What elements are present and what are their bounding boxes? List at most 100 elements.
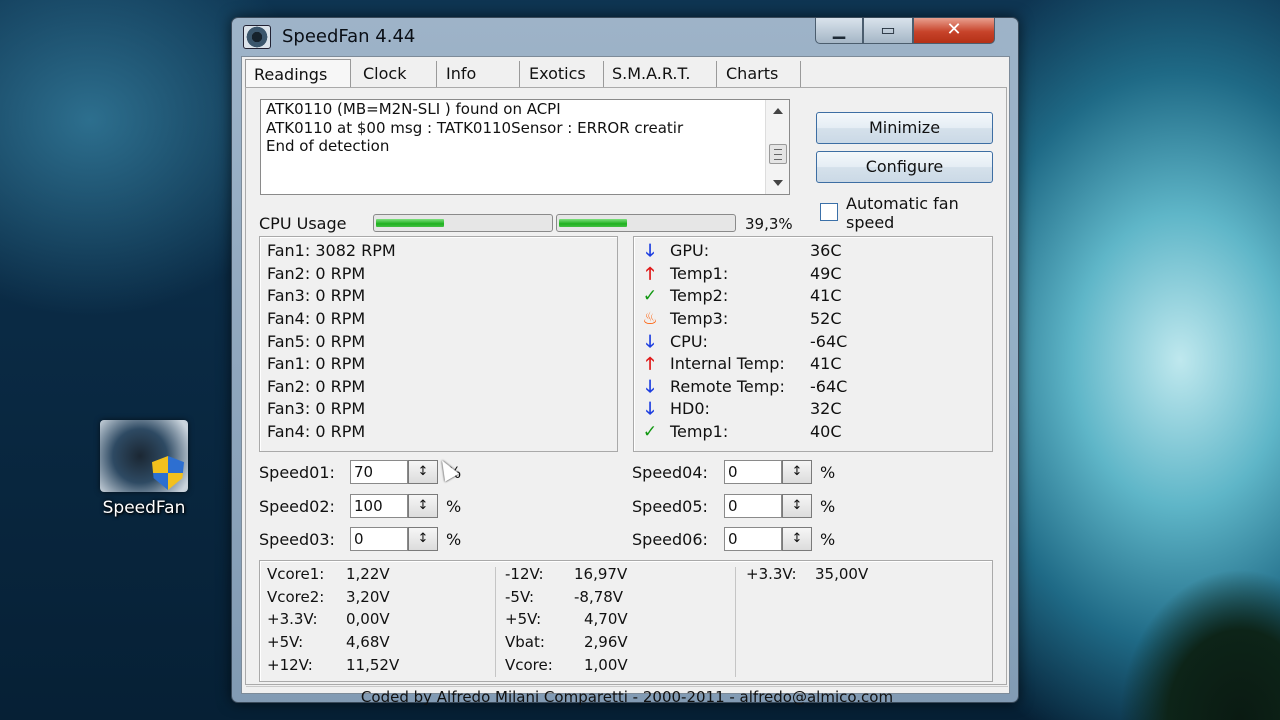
speed04-spin-icon[interactable]: ↕ (782, 460, 812, 484)
fan-reading: Fan2: 0 RPM (267, 264, 366, 283)
voltage-name: Vcore2: (267, 588, 325, 606)
temp-value: -64C (810, 332, 848, 351)
speed01-input[interactable]: 70 (350, 460, 408, 484)
readings-page: ATK0110 (MB=M2N-SLI ) found on ACPI ATK0… (245, 87, 1008, 706)
cpu-usage-percent: 39,3% (745, 215, 793, 233)
speed03-spin-icon[interactable]: ↕ (408, 527, 438, 551)
fan-reading: Fan3: 0 RPM (267, 286, 366, 305)
tab-info[interactable]: Info (438, 61, 520, 87)
temp-value: 41C (810, 354, 842, 373)
arrow-up-icon: 🡑 (645, 354, 655, 374)
check-icon: ✓ (642, 422, 658, 442)
speed05-label: Speed05: (632, 497, 708, 516)
speed02-input[interactable]: 100 (350, 494, 408, 518)
tab-charts[interactable]: Charts (718, 61, 801, 87)
status-bar: Coded by Alfredo Milani Comparetti - 200… (246, 686, 1008, 708)
voltage-value: 1,22V (346, 565, 390, 583)
scroll-down-icon[interactable] (773, 180, 783, 186)
detection-log[interactable]: ATK0110 (MB=M2N-SLI ) found on ACPI ATK0… (260, 99, 790, 195)
temp-value: 41C (810, 286, 842, 305)
maximize-window-button[interactable]: ▭ (863, 18, 913, 44)
speed06-spin-icon[interactable]: ↕ (782, 527, 812, 551)
voltage-value: 2,96V (584, 633, 628, 651)
log-line: ATK0110 (MB=M2N-SLI ) found on ACPI (266, 100, 561, 118)
flame-icon: ♨ (642, 309, 658, 329)
minimize-button[interactable]: Minimize (816, 112, 993, 144)
voltage-value: 1,00V (584, 656, 628, 674)
temp-value: 36C (810, 241, 842, 260)
fans-panel: Fan1: 3082 RPM Fan2: 0 RPM Fan3: 0 RPM F… (259, 236, 618, 452)
fan-reading: Fan4: 0 RPM (267, 309, 366, 328)
speed06-unit: % (820, 530, 836, 549)
cpu-core1-bar (373, 214, 553, 232)
voltage-name: +5V: (505, 610, 542, 628)
arrow-down-icon: 🡓 (645, 241, 655, 261)
log-line: ATK0110 at $00 msg : TATK0110Sensor : ER… (266, 118, 684, 137)
voltage-value: 3,20V (346, 588, 390, 606)
voltages-panel: Vcore1: 1,22V Vcore2: 3,20V +3.3V: 0,00V… (259, 560, 993, 682)
fan-reading: Fan2: 0 RPM (267, 377, 366, 396)
scroll-thumb[interactable] (769, 144, 787, 164)
temp-value: 32C (810, 399, 842, 418)
temp-name: Temp2: (670, 286, 729, 305)
temp-value: 40C (810, 422, 842, 441)
voltage-value: 16,97V (574, 565, 628, 583)
window-title: SpeedFan 4.44 (282, 26, 416, 47)
cpu-core2-bar (556, 214, 736, 232)
speed03-input[interactable]: 0 (350, 527, 408, 551)
fan-reading: Fan5: 0 RPM (267, 332, 366, 351)
fan-reading: Fan1: 3082 RPM (267, 241, 396, 260)
temperatures-panel: 🡓 GPU: 36C 🡑 Temp1: 49C ✓ Temp2: 41C ♨ Temp3: 52… (633, 236, 993, 452)
speed02-unit: % (446, 497, 462, 516)
desktop-icon-label: SpeedFan (102, 498, 186, 518)
voltage-value: 4,70V (584, 610, 628, 628)
log-line: End of detection (266, 137, 390, 155)
speed05-unit: % (820, 497, 836, 516)
fan-icon (243, 25, 271, 49)
scroll-up-icon[interactable] (773, 108, 783, 114)
automatic-fan-speed-checkbox[interactable] (820, 203, 838, 221)
cpu-usage-label: CPU Usage (259, 214, 347, 233)
tab-clock[interactable]: Clock (355, 61, 437, 87)
speed04-input[interactable]: 0 (724, 460, 782, 484)
voltage-name: -5V: (505, 588, 535, 606)
tab-exotics[interactable]: Exotics (521, 61, 604, 87)
speed01-spin-icon[interactable]: ↕ (408, 460, 438, 484)
speed02-spin-icon[interactable]: ↕ (408, 494, 438, 518)
speed06-input[interactable]: 0 (724, 527, 782, 551)
temp-name: Temp3: (670, 309, 729, 328)
temp-name: CPU: (670, 332, 708, 351)
temp-value: 49C (810, 264, 842, 283)
log-scrollbar[interactable] (765, 100, 789, 194)
temp-name: GPU: (670, 241, 710, 260)
speed05-spin-icon[interactable]: ↕ (782, 494, 812, 518)
voltage-value: 0,00V (346, 610, 390, 628)
minimize-window-button[interactable]: ▁ (815, 18, 863, 44)
title-bar[interactable]: SpeedFan 4.44 ▁ ▭ ✕ (232, 18, 1018, 56)
configure-button[interactable]: Configure (816, 151, 993, 183)
speed06-label: Speed06: (632, 530, 708, 549)
speedfan-app-icon (100, 420, 188, 492)
speed05-input[interactable]: 0 (724, 494, 782, 518)
temp-value: -64C (810, 377, 848, 396)
temp-name: Temp1: (670, 264, 729, 283)
voltage-name: +3.3V: (746, 565, 797, 583)
arrow-down-icon: 🡓 (645, 377, 655, 397)
window-client: Readings Clock Info Exotics S.M.A.R.T. C… (241, 56, 1010, 706)
speed02-label: Speed02: (259, 497, 335, 516)
speed01-label: Speed01: (259, 463, 335, 482)
voltage-name: -12V: (505, 565, 544, 583)
fan-reading: Fan1: 0 RPM (267, 354, 366, 373)
temp-value: 52C (810, 309, 842, 328)
tree-silhouette (1090, 520, 1280, 720)
voltage-name: Vcore: (505, 656, 553, 674)
desktop-icon-speedfan[interactable]: SpeedFan (92, 420, 196, 518)
divider (495, 567, 496, 677)
speed04-label: Speed04: (632, 463, 708, 482)
close-window-button[interactable]: ✕ (913, 18, 995, 44)
voltage-name: +3.3V: (267, 610, 318, 628)
tab-smart[interactable]: S.M.A.R.T. (604, 61, 717, 87)
arrow-down-icon: 🡓 (645, 332, 655, 352)
tab-readings[interactable]: Readings (245, 59, 351, 89)
voltage-value: -8,78V (574, 588, 624, 606)
